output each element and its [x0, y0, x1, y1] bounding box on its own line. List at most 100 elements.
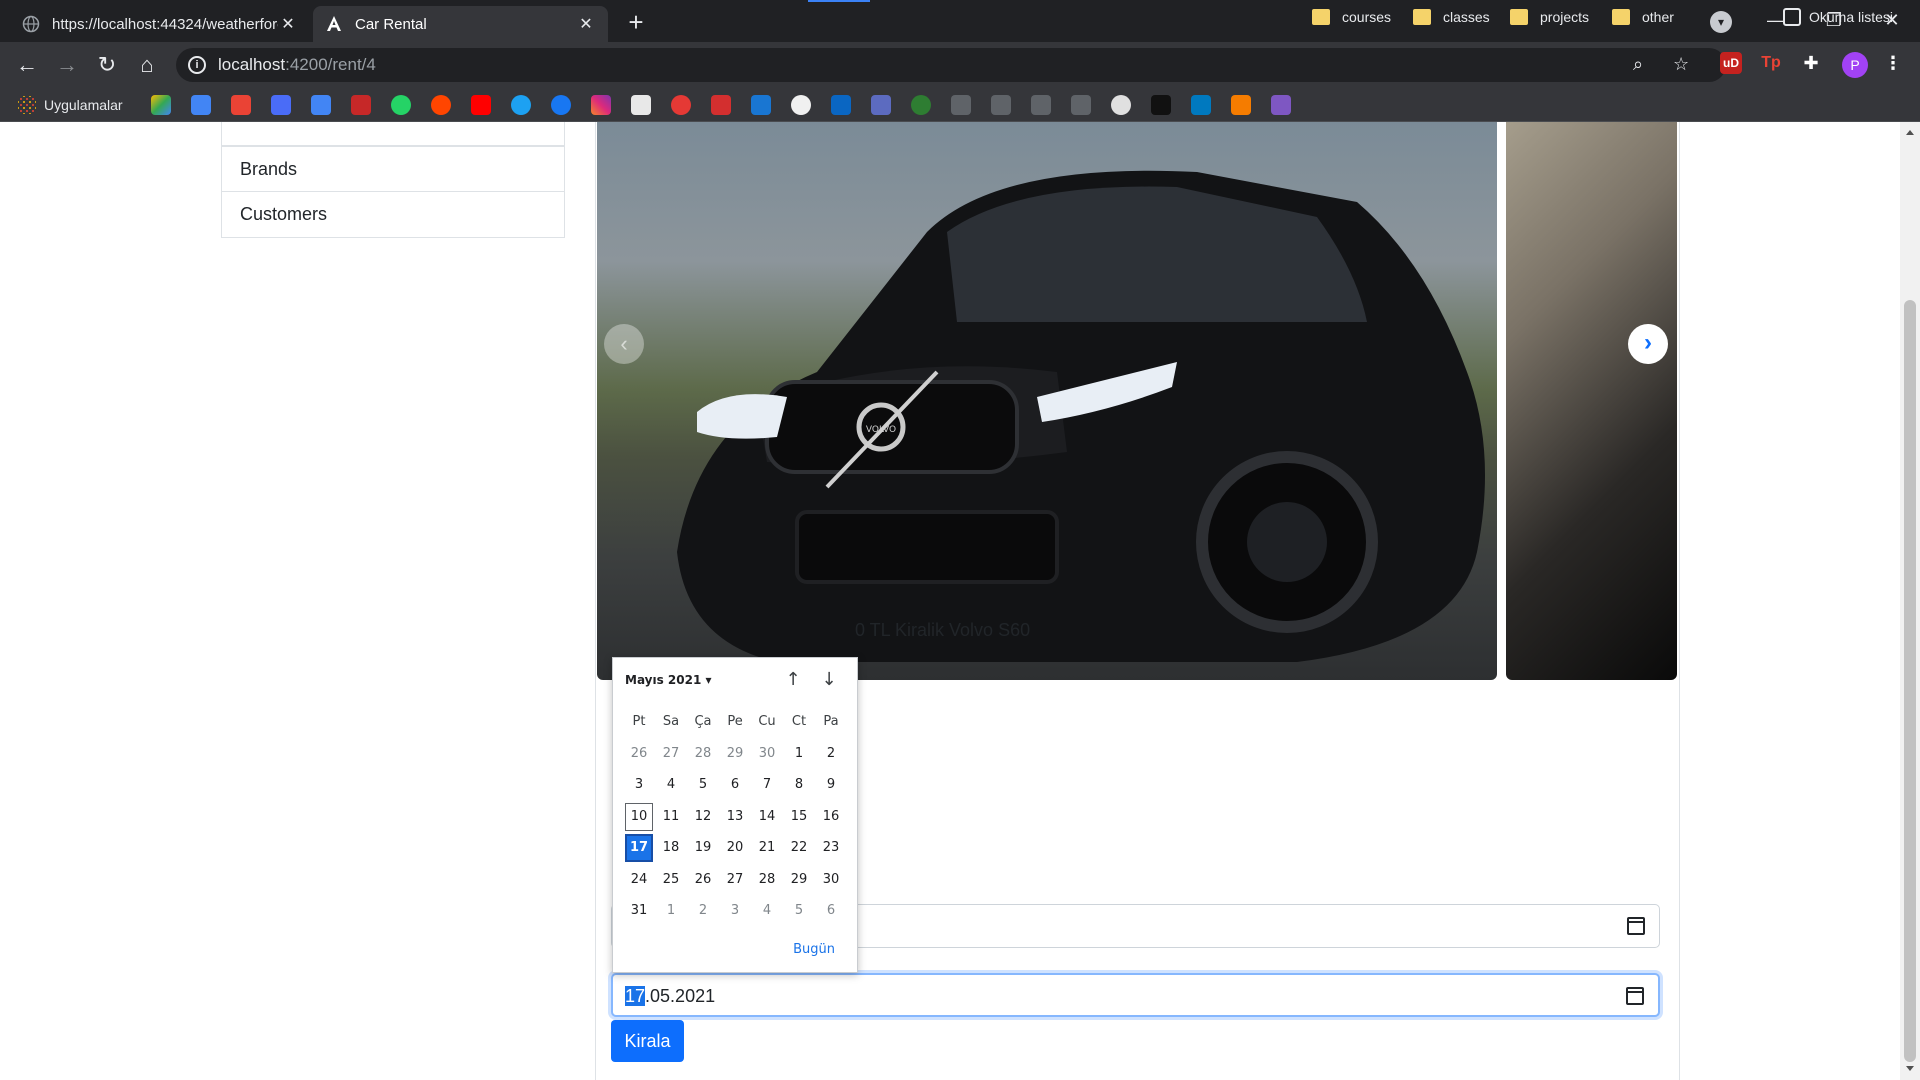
zoom-icon[interactable]: ⌕ [1633, 54, 1643, 75]
calendar-day[interactable]: 15 [783, 803, 815, 835]
calendar-day[interactable]: 4 [751, 897, 783, 929]
calendar-day-selected[interactable]: 17 [623, 834, 655, 866]
carousel-next-button[interactable]: › [1628, 324, 1668, 364]
calendar-day[interactable]: 30 [815, 866, 847, 898]
calendar-day[interactable]: 3 [623, 771, 655, 803]
instagram-icon[interactable] [591, 95, 611, 115]
tp-extension-icon[interactable]: Tp [1760, 52, 1782, 74]
orange-app-icon[interactable] [1231, 95, 1251, 115]
calendar-day[interactable]: 2 [815, 740, 847, 772]
calendar-day[interactable]: 2 [687, 897, 719, 929]
azure-icon[interactable] [751, 95, 771, 115]
calendar-day[interactable]: 6 [719, 771, 751, 803]
bookmark-folder-projects[interactable]: projects [1510, 5, 1589, 29]
scroll-down-arrow-icon[interactable] [1906, 1066, 1914, 1071]
calendar-day[interactable]: 6 [815, 897, 847, 929]
google-drive-icon[interactable] [151, 95, 171, 115]
return-date-rest-segment[interactable]: .05.2021 [645, 986, 715, 1006]
reload-button[interactable]: ↻ [92, 50, 122, 80]
linkedin-icon[interactable] [831, 95, 851, 115]
cube-icon[interactable] [871, 95, 891, 115]
calendar-day[interactable]: 29 [783, 866, 815, 898]
calendar-day[interactable]: 25 [655, 866, 687, 898]
bookmark-icon-c[interactable] [1031, 95, 1051, 115]
profile-avatar[interactable]: P [1842, 52, 1868, 78]
calendar-day[interactable]: 21 [751, 834, 783, 866]
calendar-day[interactable]: 16 [815, 803, 847, 835]
address-bar[interactable]: i localhost:4200/rent/4 ⌕ ☆ [176, 48, 1726, 82]
menu-kebab-icon[interactable]: ⋮ [1882, 52, 1904, 74]
calendar-icon[interactable] [1626, 987, 1644, 1005]
previous-month-arrow-icon[interactable]: ↑ [783, 670, 803, 690]
home-button[interactable]: ⌂ [132, 50, 162, 80]
calendar-day[interactable]: 4 [655, 771, 687, 803]
calendar-day[interactable]: 28 [687, 740, 719, 772]
rent-button[interactable]: Kirala [611, 1020, 684, 1062]
calendar-day[interactable]: 22 [783, 834, 815, 866]
scrollbar-thumb[interactable] [1904, 300, 1916, 1062]
circle-logo-icon[interactable] [1111, 95, 1131, 115]
google-calendar-icon[interactable] [191, 95, 211, 115]
calendar-day[interactable]: 8 [783, 771, 815, 803]
calendar-day[interactable]: 24 [623, 866, 655, 898]
whatsapp-icon[interactable] [391, 95, 411, 115]
carousel-prev-button[interactable]: ‹ [604, 324, 644, 364]
google-translate-icon[interactable] [311, 95, 331, 115]
trello-t-icon[interactable] [351, 95, 371, 115]
graduation-cap-icon[interactable] [271, 95, 291, 115]
calendar-day[interactable]: 19 [687, 834, 719, 866]
calendar-day[interactable]: 18 [655, 834, 687, 866]
sidebar-item-customers[interactable]: Customers [221, 192, 565, 238]
month-year-selector[interactable]: Mayıs 2021 ▾ [625, 673, 712, 687]
back-button[interactable]: ← [12, 50, 42, 80]
calendar-day[interactable]: 11 [655, 803, 687, 835]
twitter-icon[interactable] [511, 95, 531, 115]
reddit-icon[interactable] [431, 95, 451, 115]
calendar-day-today[interactable]: 10 [623, 802, 655, 835]
calendar-day[interactable]: 23 [815, 834, 847, 866]
facebook-icon[interactable] [551, 95, 571, 115]
calendar-day[interactable]: 3 [719, 897, 751, 929]
calendar-day[interactable]: 26 [623, 740, 655, 772]
youtube-icon[interactable] [471, 95, 491, 115]
gmail-icon[interactable] [231, 95, 251, 115]
bookmark-folder-classes[interactable]: classes [1413, 5, 1490, 29]
site-info-icon[interactable]: i [188, 56, 206, 74]
goodreads-icon[interactable] [631, 95, 651, 115]
forward-button[interactable]: → [52, 50, 82, 80]
calendar-day[interactable]: 20 [719, 834, 751, 866]
tab-close-icon[interactable]: ✕ [278, 14, 298, 34]
calendar-day[interactable]: 27 [719, 866, 751, 898]
bookmark-folder-courses[interactable]: courses [1312, 5, 1391, 29]
extensions-puzzle-icon[interactable]: ✚ [1800, 52, 1822, 74]
trello-icon[interactable] [1191, 95, 1211, 115]
calendar-day[interactable]: 27 [655, 740, 687, 772]
tab-search-button[interactable]: ▾ [1710, 11, 1732, 33]
shield-logo-icon[interactable] [1271, 95, 1291, 115]
bookmark-star-icon[interactable]: ☆ [1673, 54, 1689, 75]
evernote-icon[interactable] [911, 95, 931, 115]
calendar-day[interactable]: 28 [751, 866, 783, 898]
calendar-icon[interactable] [1627, 917, 1645, 935]
calendar-day[interactable]: 1 [783, 740, 815, 772]
ublock-extension-icon[interactable]: uD [1720, 52, 1742, 74]
calendar-day[interactable]: 14 [751, 803, 783, 835]
tab-weatherforecast[interactable]: https://localhost:44324/weatherforecast … [10, 6, 310, 42]
sidebar-item-partial[interactable] [221, 122, 565, 146]
reading-list-button[interactable]: Okuma listesi [1783, 5, 1893, 29]
bookmark-icon-a[interactable] [951, 95, 971, 115]
calendar-day[interactable]: 13 [719, 803, 751, 835]
bookmark-icon-b[interactable] [991, 95, 1011, 115]
sidebar-item-brands[interactable]: Brands [221, 146, 565, 192]
bookmark-icon-d[interactable] [1071, 95, 1091, 115]
calendar-day[interactable]: 26 [687, 866, 719, 898]
swirl-icon[interactable] [671, 95, 691, 115]
tab-car-rental[interactable]: Car Rental ✕ [313, 6, 608, 42]
calendar-day[interactable]: 7 [751, 771, 783, 803]
calendar-day[interactable]: 12 [687, 803, 719, 835]
new-tab-button[interactable]: + [622, 8, 650, 36]
return-date-input[interactable]: 17.05.2021 [611, 973, 1660, 1017]
calendar-day[interactable]: 5 [783, 897, 815, 929]
next-month-arrow-icon[interactable]: ↓ [819, 670, 839, 690]
tab-close-icon[interactable]: ✕ [576, 14, 596, 34]
